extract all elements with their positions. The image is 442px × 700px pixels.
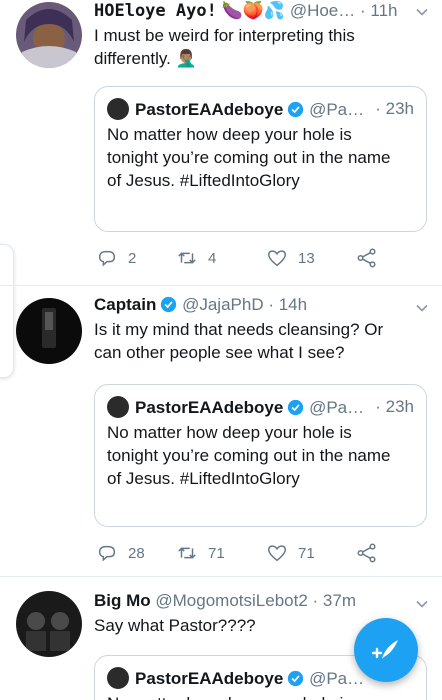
retweet-button[interactable]: 71 xyxy=(176,540,225,566)
quote-timestamp: · 23h xyxy=(375,99,414,118)
like-icon xyxy=(268,250,286,267)
like-icon xyxy=(268,545,286,562)
tweet-hoeloye[interactable]: HOEloye Ayo! 🍆🍑💦 @Hoe… · 11h I must be w… xyxy=(0,0,442,286)
quote-handle: @Pa… xyxy=(309,669,365,688)
like-button[interactable]: 13 xyxy=(266,245,315,271)
avatar[interactable] xyxy=(16,298,82,364)
share-button[interactable] xyxy=(356,245,388,271)
share-icon xyxy=(357,248,376,268)
chevron-down-icon[interactable] xyxy=(416,6,428,18)
timestamp[interactable]: · 11h xyxy=(360,1,398,20)
tweet-actions: 28 71 71 xyxy=(94,540,424,566)
reply-button[interactable]: 2 xyxy=(96,245,136,271)
quote-header: PastorEAAdeboye @Pa… xyxy=(107,667,364,690)
quote-avatar xyxy=(107,98,129,120)
reply-icon xyxy=(98,545,116,562)
share-icon xyxy=(357,543,376,563)
like-button[interactable]: 71 xyxy=(266,540,315,566)
retweet-icon xyxy=(178,547,196,559)
quote-name: PastorEAAdeboye xyxy=(135,100,284,119)
quote-text: No matter how deep your hole is tonight … xyxy=(107,423,391,488)
retweet-icon xyxy=(178,252,196,264)
tweet-header: Captain @JajaPhD · 14h xyxy=(94,294,307,316)
quote-header: PastorEAAdeboye @Pa… xyxy=(107,98,364,121)
verified-icon xyxy=(288,101,304,118)
tweet-header: HOEloye Ayo! 🍆🍑💦 @Hoe… · 11h xyxy=(94,0,398,22)
retweet-count: 71 xyxy=(208,544,225,562)
reply-icon xyxy=(98,250,116,267)
like-count: 13 xyxy=(298,249,315,267)
tweet-text: Is it my mind that needs cleansing? Or c… xyxy=(94,320,384,362)
quote-handle: @Pa… xyxy=(309,398,365,417)
handle[interactable]: @Hoe… xyxy=(290,1,355,20)
quoted-tweet[interactable]: PastorEAAdeboye @Pa… · 23h No matter how… xyxy=(94,384,427,527)
timestamp[interactable]: · 14h xyxy=(268,295,307,314)
tweet-header: Big Mo @MogomotsiLebot2 · 37m xyxy=(94,590,356,612)
display-name[interactable]: HOEloye Ayo! xyxy=(94,1,217,21)
handle[interactable]: @JajaPhD xyxy=(182,295,264,314)
chevron-down-icon[interactable] xyxy=(416,302,428,314)
retweet-count: 4 xyxy=(208,249,217,267)
like-count: 71 xyxy=(298,544,315,562)
tweet-text: I must be weird for interpreting this di… xyxy=(94,26,355,68)
quote-handle: @Pa… xyxy=(309,100,365,119)
verified-icon xyxy=(288,670,304,687)
reply-count: 28 xyxy=(128,544,145,562)
tweet-captain[interactable]: Captain @JajaPhD · 14h Is it my mind tha… xyxy=(0,286,442,576)
reply-count: 2 xyxy=(128,249,137,267)
quote-text: No matter how deep your hole is tonight … xyxy=(107,125,391,190)
handle[interactable]: @MogomotsiLebot2 xyxy=(155,591,307,610)
avatar[interactable] xyxy=(16,2,82,68)
display-name[interactable]: Captain xyxy=(94,295,156,314)
retweet-button[interactable]: 4 xyxy=(176,245,216,271)
quote-avatar xyxy=(107,667,129,689)
name-emojis: 🍆🍑💦 xyxy=(221,1,286,20)
timestamp[interactable]: · 37m xyxy=(313,591,356,610)
verified-icon xyxy=(288,399,304,416)
share-button[interactable] xyxy=(356,540,388,566)
display-name[interactable]: Big Mo xyxy=(94,591,151,610)
quote-timestamp: · 23h xyxy=(375,397,414,416)
chevron-down-icon[interactable] xyxy=(416,598,428,610)
quote-header: PastorEAAdeboye @Pa… xyxy=(107,396,364,419)
quote-avatar xyxy=(107,396,129,418)
reply-button[interactable]: 28 xyxy=(96,540,145,566)
quoted-tweet[interactable]: PastorEAAdeboye @Pa… · 23h No matter how… xyxy=(94,86,427,232)
avatar[interactable] xyxy=(16,591,82,657)
compose-icon xyxy=(371,640,398,659)
verified-icon xyxy=(161,296,177,313)
quote-name: PastorEAAdeboye xyxy=(135,398,284,417)
compose-tweet-button[interactable] xyxy=(354,618,418,682)
quote-text: No matter how deep your hole is xyxy=(107,692,407,700)
tweet-actions: 2 4 13 xyxy=(94,245,424,271)
quote-name: PastorEAAdeboye xyxy=(135,669,284,688)
